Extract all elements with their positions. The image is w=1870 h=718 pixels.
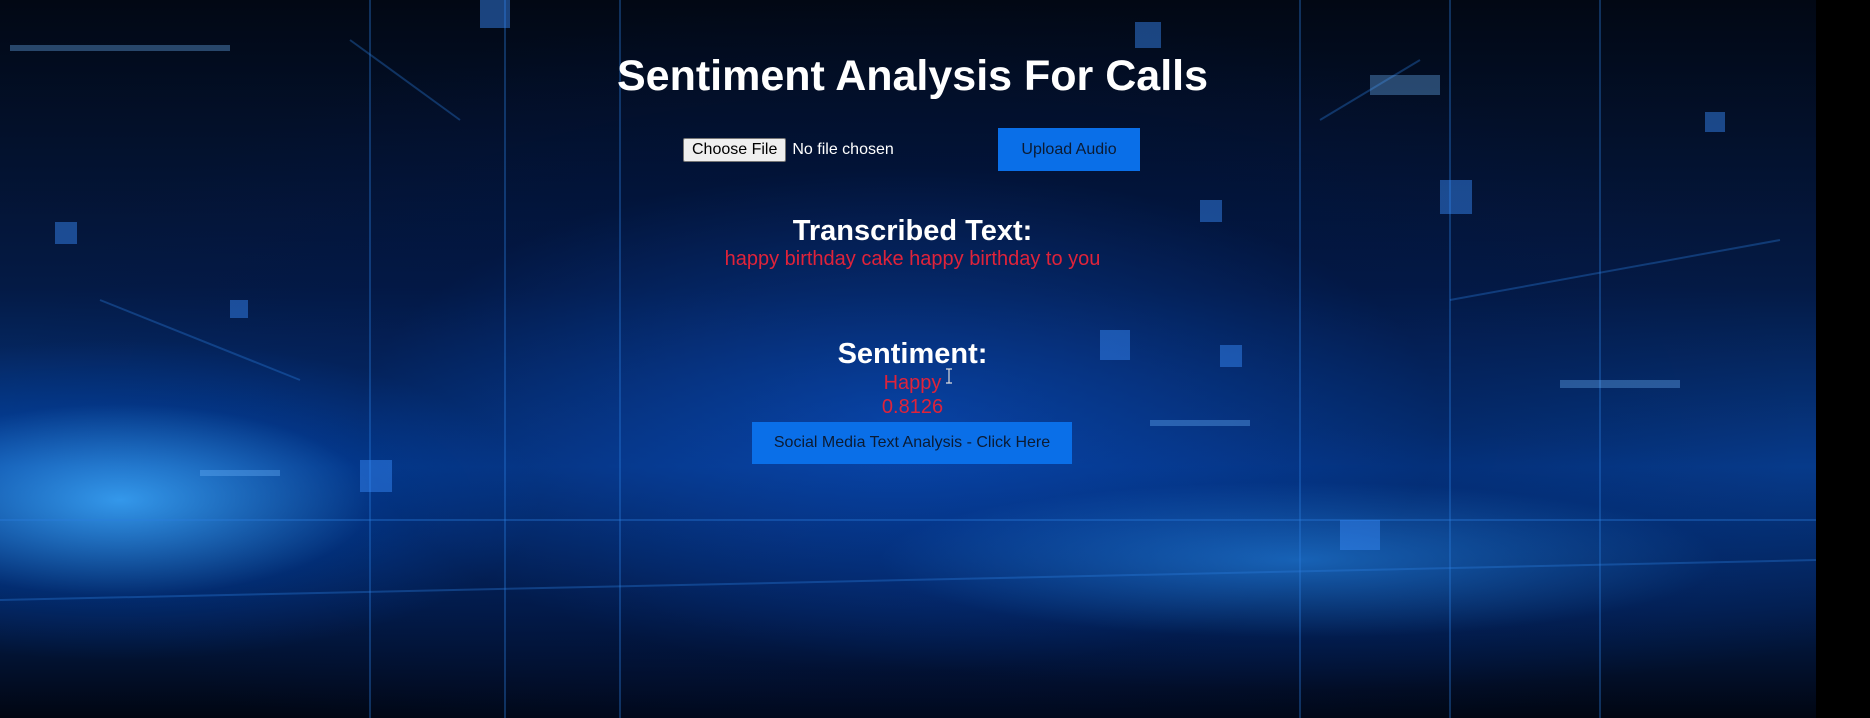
sentiment-label: Happy <box>883 372 942 394</box>
file-picker[interactable]: Choose File No file chosen <box>683 128 894 172</box>
page-title: Sentiment Analysis For Calls <box>616 52 1209 100</box>
sentiment-score: 0.8126 <box>881 396 944 418</box>
file-status-text: No file chosen <box>792 141 894 158</box>
transcribed-text-heading: Transcribed Text: <box>792 215 1033 247</box>
sentiment-heading: Sentiment: <box>837 338 988 370</box>
text-cursor-icon <box>946 368 952 384</box>
choose-file-button[interactable]: Choose File <box>683 138 787 162</box>
transcribed-text-value: happy birthday cake happy birthday to yo… <box>724 248 1101 270</box>
upload-audio-button[interactable]: Upload Audio <box>998 128 1140 171</box>
main-content: Sentiment Analysis For Calls Choose File… <box>0 0 1816 718</box>
social-media-analysis-button[interactable]: Social Media Text Analysis - Click Here <box>752 422 1072 464</box>
